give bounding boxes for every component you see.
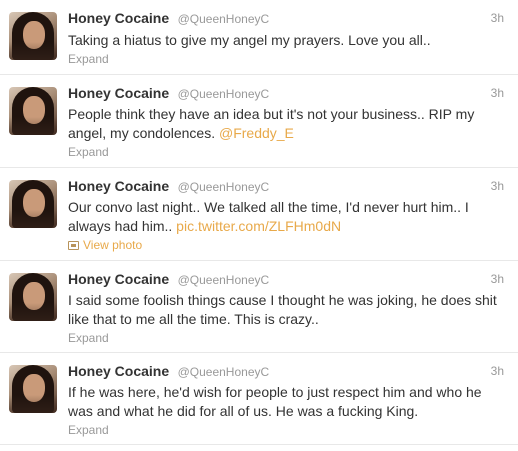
tweet-item[interactable]: Honey Cocaine @QueenHoneyC 3h People thi… bbox=[0, 75, 518, 168]
tweet-text: Our convo last night.. We talked all the… bbox=[68, 198, 506, 236]
avatar[interactable] bbox=[9, 365, 57, 413]
user-handle[interactable]: @QueenHoneyC bbox=[178, 12, 270, 26]
photo-link[interactable]: pic.twitter.com/ZLFHm0dN bbox=[176, 218, 341, 234]
view-photo-link[interactable]: View photo bbox=[68, 238, 142, 252]
tweet-header: Honey Cocaine @QueenHoneyC 3h bbox=[68, 271, 504, 289]
user-name[interactable]: Honey Cocaine bbox=[68, 271, 169, 287]
expand-link[interactable]: Expand bbox=[68, 423, 109, 437]
tweet-item[interactable]: Honey Cocaine @QueenHoneyC 3h Taking a h… bbox=[0, 0, 518, 75]
avatar[interactable] bbox=[9, 273, 57, 321]
tweet-text: If he was here, he'd wish for people to … bbox=[68, 383, 506, 421]
expand-link[interactable]: Expand bbox=[68, 145, 109, 159]
tweet-body: Taking a hiatus to give my angel my pray… bbox=[68, 32, 431, 48]
tweet-body: I said some foolish things cause I thoug… bbox=[68, 292, 497, 327]
timestamp[interactable]: 3h bbox=[491, 11, 504, 25]
timestamp[interactable]: 3h bbox=[491, 179, 504, 193]
user-handle[interactable]: @QueenHoneyC bbox=[178, 180, 270, 194]
expand-link[interactable]: Expand bbox=[68, 52, 109, 66]
mention-link[interactable]: @Freddy_E bbox=[219, 125, 294, 141]
tweet-item[interactable]: Honey Cocaine @QueenHoneyC 3h Our convo … bbox=[0, 168, 518, 261]
expand-link[interactable]: Expand bbox=[68, 331, 109, 345]
tweet-header: Honey Cocaine @QueenHoneyC 3h bbox=[68, 363, 504, 381]
tweet-item[interactable]: Honey Cocaine @QueenHoneyC 3h If he was … bbox=[0, 353, 518, 445]
user-name[interactable]: Honey Cocaine bbox=[68, 363, 169, 379]
avatar[interactable] bbox=[9, 87, 57, 135]
tweet-feed: Honey Cocaine @QueenHoneyC 3h Taking a h… bbox=[0, 0, 518, 451]
timestamp[interactable]: 3h bbox=[491, 272, 504, 286]
user-handle[interactable]: @QueenHoneyC bbox=[178, 273, 270, 287]
user-handle[interactable]: @QueenHoneyC bbox=[178, 365, 270, 379]
timestamp[interactable]: 3h bbox=[491, 364, 504, 378]
tweet-header: Honey Cocaine @QueenHoneyC 3h bbox=[68, 85, 504, 103]
photo-icon bbox=[68, 241, 79, 250]
tweet-header: Honey Cocaine @QueenHoneyC 3h bbox=[68, 10, 504, 28]
avatar[interactable] bbox=[9, 180, 57, 228]
tweet-text: People think they have an idea but it's … bbox=[68, 105, 506, 143]
tweet-text: I said some foolish things cause I thoug… bbox=[68, 291, 506, 329]
timestamp[interactable]: 3h bbox=[491, 86, 504, 100]
tweet-text: Taking a hiatus to give my angel my pray… bbox=[68, 31, 506, 50]
tweet-item[interactable]: Honey Cocaine @QueenHoneyC 3h I said som… bbox=[0, 261, 518, 353]
user-name[interactable]: Honey Cocaine bbox=[68, 10, 169, 26]
tweet-body: If he was here, he'd wish for people to … bbox=[68, 384, 482, 419]
user-name[interactable]: Honey Cocaine bbox=[68, 85, 169, 101]
tweet-header: Honey Cocaine @QueenHoneyC 3h bbox=[68, 178, 504, 196]
user-handle[interactable]: @QueenHoneyC bbox=[178, 87, 270, 101]
user-name[interactable]: Honey Cocaine bbox=[68, 178, 169, 194]
view-photo-label: View photo bbox=[83, 238, 143, 252]
avatar[interactable] bbox=[9, 12, 57, 60]
